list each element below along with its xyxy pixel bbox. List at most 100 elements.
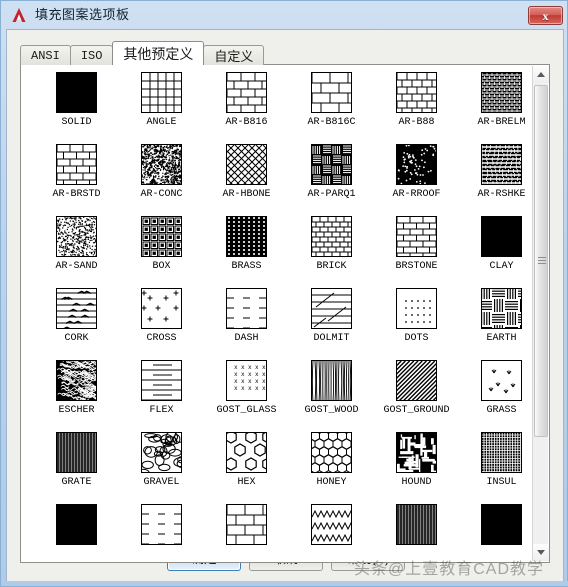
pattern-item-ar-brelm[interactable]: AR-BRELM bbox=[459, 72, 533, 144]
pattern-swatch-grate bbox=[396, 504, 437, 545]
pattern-item-clay[interactable]: CLAY bbox=[459, 216, 533, 288]
pattern-name-label: BRASS bbox=[231, 261, 262, 272]
pattern-name-label: DASH bbox=[234, 333, 259, 344]
tab-other-predefined[interactable]: 其他预定义 bbox=[112, 41, 205, 65]
pattern-item-cross[interactable]: CROSS bbox=[119, 288, 204, 360]
pattern-name-label: CROSS bbox=[146, 333, 177, 344]
pattern-item-escher[interactable]: ESCHER bbox=[34, 360, 119, 432]
pattern-list-scrollbar[interactable] bbox=[532, 66, 549, 561]
pattern-name-label: HONEY bbox=[316, 477, 347, 488]
pattern-item-grate[interactable]: GRATE bbox=[34, 432, 119, 504]
close-button[interactable]: x bbox=[528, 6, 563, 25]
pattern-item-honey[interactable]: HONEY bbox=[289, 432, 374, 504]
pattern-item-solid[interactable]: SOLID bbox=[34, 72, 119, 144]
pattern-swatch-hex bbox=[226, 432, 267, 473]
pattern-swatch-grate bbox=[56, 432, 97, 473]
pattern-item-gost-wood[interactable]: GOST_WOOD bbox=[289, 360, 374, 432]
pattern-item-dash[interactable]: DASH bbox=[204, 288, 289, 360]
pattern-name-label: HOUND bbox=[401, 477, 432, 488]
pattern-swatch-earth bbox=[481, 288, 522, 329]
pattern-item-angle[interactable]: ANGLE bbox=[119, 72, 204, 144]
svg-text:x: x bbox=[241, 385, 245, 392]
pattern-name-label: AR-BRELM bbox=[477, 117, 526, 128]
pattern-list-viewport: SOLID ANGLE AR-B816 AR-B816C AR-B88 AR-BRELM A… bbox=[22, 66, 533, 561]
pattern-name-label: BOX bbox=[152, 261, 171, 272]
pattern-swatch-brick-small bbox=[396, 72, 437, 113]
svg-text:x: x bbox=[248, 364, 252, 371]
svg-text:x: x bbox=[234, 378, 238, 385]
pattern-item-gravel[interactable]: GRAVEL bbox=[119, 432, 204, 504]
pattern-name-label: GRAVEL bbox=[143, 477, 180, 488]
pattern-item-ar-conc[interactable]: AR-CONC bbox=[119, 144, 204, 216]
pattern-swatch-dash bbox=[226, 288, 267, 329]
pattern-name-label: GRATE bbox=[61, 477, 92, 488]
pattern-item-insul[interactable]: INSUL bbox=[459, 432, 533, 504]
pattern-swatch-herringbone bbox=[226, 144, 267, 185]
pattern-item-gost-glass[interactable]: x x x x x x x x x x x x x x x x x x x x GOST_GLASS bbox=[204, 360, 289, 432]
pattern-item-brick[interactable]: BRICK bbox=[289, 216, 374, 288]
pattern-name-label: AR-PARQ1 bbox=[307, 189, 356, 200]
pattern-swatch-brick-running bbox=[226, 72, 267, 113]
pattern-item[interactable] bbox=[459, 504, 533, 561]
pattern-name-label: CLAY bbox=[489, 261, 514, 272]
tab-custom[interactable]: 自定义 bbox=[203, 45, 265, 65]
pattern-item-hex[interactable]: HEX bbox=[204, 432, 289, 504]
pattern-swatch-solid bbox=[481, 216, 522, 257]
pattern-item-ar-rroof[interactable]: AR-RROOF bbox=[374, 144, 459, 216]
scroll-thumb[interactable] bbox=[534, 85, 548, 437]
pattern-name-label: GOST_WOOD bbox=[304, 405, 359, 416]
pattern-item-grass[interactable]: GRASS bbox=[459, 360, 533, 432]
pattern-swatch-cork bbox=[56, 288, 97, 329]
pattern-item-ar-brstd[interactable]: AR-BRSTD bbox=[34, 144, 119, 216]
pattern-name-label: GOST_GLASS bbox=[216, 405, 277, 416]
pattern-swatch-grass bbox=[481, 360, 522, 401]
pattern-item-ar-rshke[interactable]: AR-RSHKE bbox=[459, 144, 533, 216]
svg-text:x: x bbox=[262, 371, 266, 378]
pattern-name-label: CORK bbox=[64, 333, 89, 344]
pattern-item[interactable] bbox=[34, 504, 119, 561]
pattern-item-ar-b816[interactable]: AR-B816 bbox=[204, 72, 289, 144]
pattern-item-ar-parq1[interactable]: AR-PARQ1 bbox=[289, 144, 374, 216]
svg-text:x: x bbox=[255, 378, 259, 385]
pattern-item-cork[interactable]: CORK bbox=[34, 288, 119, 360]
pattern-item-ar-hbone[interactable]: AR-HBONE bbox=[204, 144, 289, 216]
pattern-item-brstone[interactable]: BRSTONE bbox=[374, 216, 459, 288]
pattern-name-label: EARTH bbox=[486, 333, 517, 344]
pattern-name-label: BRICK bbox=[316, 261, 347, 272]
pattern-item-hound[interactable]: HOUND bbox=[374, 432, 459, 504]
pattern-item-ar-b816c[interactable]: AR-B816C bbox=[289, 72, 374, 144]
pattern-swatch-dolmit bbox=[311, 288, 352, 329]
pattern-item[interactable] bbox=[204, 504, 289, 561]
pattern-item-dots[interactable]: DOTS bbox=[374, 288, 459, 360]
scroll-up-arrow-icon[interactable] bbox=[533, 66, 549, 83]
pattern-item-flex[interactable]: FLEX bbox=[119, 360, 204, 432]
pattern-item-dolmit[interactable]: DOLMIT bbox=[289, 288, 374, 360]
page-title: 填充图案选项板 bbox=[35, 7, 130, 22]
tab-iso[interactable]: ISO bbox=[69, 45, 114, 65]
pattern-item-box[interactable]: BOX bbox=[119, 216, 204, 288]
pattern-swatch-honey bbox=[311, 432, 352, 473]
svg-text:x: x bbox=[234, 371, 238, 378]
pattern-swatch-flex bbox=[141, 360, 182, 401]
pattern-item[interactable] bbox=[374, 504, 459, 561]
pattern-name-label: DOTS bbox=[404, 333, 429, 344]
pattern-swatch-hound bbox=[396, 432, 437, 473]
pattern-grid: SOLID ANGLE AR-B816 AR-B816C AR-B88 AR-BRELM A… bbox=[22, 66, 533, 561]
scroll-down-arrow-icon[interactable] bbox=[533, 544, 549, 561]
scroll-grip-icon bbox=[538, 257, 546, 265]
svg-text:x: x bbox=[262, 364, 266, 371]
tab-label: ISO bbox=[80, 48, 103, 63]
pattern-item-brass[interactable]: BRASS bbox=[204, 216, 289, 288]
svg-text:x: x bbox=[248, 378, 252, 385]
pattern-item-earth[interactable]: EARTH bbox=[459, 288, 533, 360]
pattern-item[interactable] bbox=[289, 504, 374, 561]
pattern-name-label: GRASS bbox=[486, 405, 517, 416]
tab-label: 其他预定义 bbox=[123, 45, 194, 62]
pattern-item-ar-sand[interactable]: AR-SAND bbox=[34, 216, 119, 288]
tab-ansi[interactable]: ANSI bbox=[20, 45, 71, 65]
tab-label: 自定义 bbox=[214, 49, 254, 64]
pattern-item-ar-b88[interactable]: AR-B88 bbox=[374, 72, 459, 144]
pattern-name-label: AR-CONC bbox=[140, 189, 183, 200]
pattern-item-gost-ground[interactable]: GOST_GROUND bbox=[374, 360, 459, 432]
pattern-item[interactable] bbox=[119, 504, 204, 561]
